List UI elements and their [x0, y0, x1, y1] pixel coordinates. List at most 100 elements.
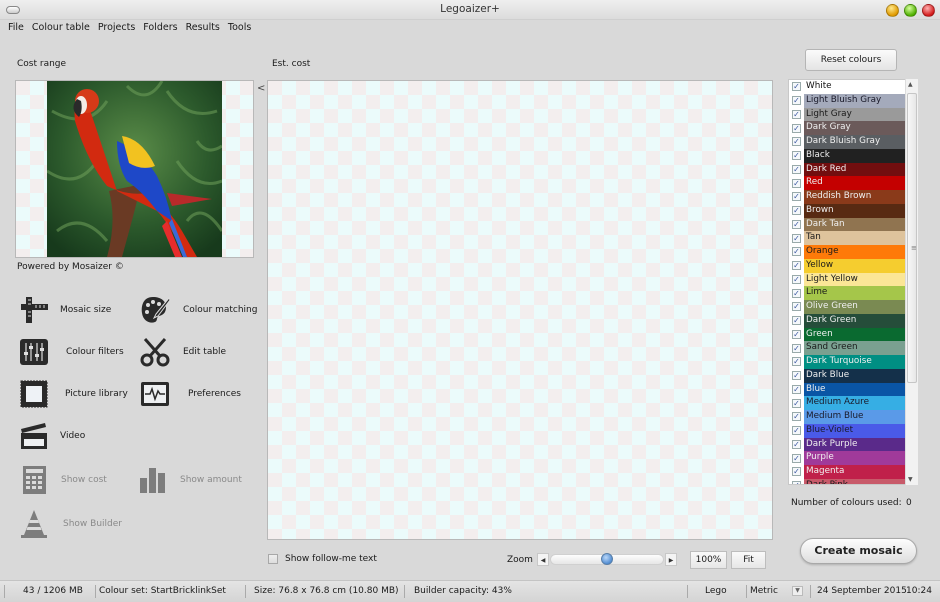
- monitor-pulse-icon: [139, 378, 171, 410]
- show-amount-button[interactable]: Show amount: [137, 464, 242, 496]
- colour-checkbox[interactable]: ✓: [792, 371, 801, 381]
- colour-checkbox[interactable]: ✓: [792, 329, 801, 339]
- colour-list-item[interactable]: ✓ Dark Purple: [789, 437, 917, 452]
- collapse-panel-button[interactable]: <: [257, 83, 265, 94]
- mosaic-canvas[interactable]: [267, 80, 773, 540]
- colour-checkbox[interactable]: ✓: [792, 151, 801, 161]
- show-builder-button[interactable]: Show Builder: [18, 508, 122, 540]
- zoom-100-button[interactable]: 100%: [690, 551, 727, 569]
- colour-checkbox[interactable]: ✓: [792, 274, 801, 284]
- colour-list-item[interactable]: ✓ Lime: [789, 286, 917, 300]
- scrollbar-thumb[interactable]: ≡: [907, 93, 917, 383]
- colour-checkbox[interactable]: ✓: [792, 384, 801, 394]
- colour-checkbox[interactable]: ✓: [792, 453, 801, 463]
- zoom-slider-thumb[interactable]: [601, 553, 613, 565]
- source-image-preview[interactable]: [15, 80, 254, 258]
- colour-checkbox[interactable]: ✓: [792, 206, 801, 216]
- colour-list-item[interactable]: ✓ Dark Gray: [789, 121, 917, 135]
- video-button[interactable]: Video: [18, 420, 85, 452]
- colour-checkbox[interactable]: ✓: [792, 219, 801, 229]
- colour-checkbox[interactable]: ✓: [792, 357, 801, 367]
- colour-list-item[interactable]: ✓ Sand Green: [789, 341, 917, 355]
- colour-checkbox[interactable]: ✓: [792, 302, 801, 312]
- colour-list-item[interactable]: ✓ Brown: [789, 203, 917, 218]
- units-dropdown-arrow[interactable]: ▼: [792, 586, 803, 596]
- colour-checkbox[interactable]: ✓: [792, 439, 801, 449]
- colour-list-item[interactable]: ✓ Dark Bluish Gray: [789, 135, 917, 149]
- colour-list-item[interactable]: ✓ Magenta: [789, 465, 917, 479]
- fit-button[interactable]: Fit: [731, 551, 766, 569]
- colour-list-item[interactable]: ✓ Light Bluish Gray: [789, 93, 917, 108]
- colour-list-item[interactable]: ✓ Light Gray: [789, 107, 917, 122]
- picture-library-button[interactable]: Picture library: [18, 378, 128, 410]
- zoom-increase-arrow[interactable]: ▶: [665, 553, 677, 566]
- colour-list-item[interactable]: ✓ Dark Red: [789, 162, 917, 177]
- colour-checkbox[interactable]: ✓: [792, 481, 801, 484]
- scroll-down-arrow[interactable]: ▼: [908, 476, 913, 483]
- colour-checkbox[interactable]: ✓: [792, 233, 801, 243]
- scroll-up-arrow[interactable]: ▲: [908, 81, 913, 88]
- menu-file[interactable]: File: [4, 20, 28, 36]
- colour-list-item[interactable]: ✓ Purple: [789, 451, 917, 465]
- follow-me-checkbox[interactable]: Show follow-me text: [268, 554, 377, 564]
- menu-colour-table[interactable]: Colour table: [28, 20, 94, 36]
- colour-list-item[interactable]: ✓ Blue: [789, 382, 917, 397]
- colour-checkbox[interactable]: ✓: [792, 123, 801, 133]
- colour-checkbox[interactable]: ✓: [792, 398, 801, 408]
- colour-checkbox[interactable]: ✓: [792, 247, 801, 257]
- colour-list-item[interactable]: ✓ Black: [789, 148, 917, 163]
- reset-colours-button[interactable]: Reset colours: [805, 49, 897, 71]
- colour-list-item[interactable]: ✓ Tan: [789, 231, 917, 245]
- follow-me-checkbox-box[interactable]: [268, 554, 278, 564]
- colour-list-item[interactable]: ✓ Dark Turquoise: [789, 355, 917, 369]
- colour-checkbox[interactable]: ✓: [792, 164, 801, 174]
- colour-checkbox[interactable]: ✓: [792, 467, 801, 477]
- mosaic-size-button[interactable]: Mosaic size: [18, 294, 111, 326]
- zoom-decrease-arrow[interactable]: ◀: [537, 553, 549, 566]
- colour-checkbox[interactable]: ✓: [792, 316, 801, 326]
- show-cost-button[interactable]: Show cost: [18, 464, 107, 496]
- menu-folders[interactable]: Folders: [139, 20, 181, 36]
- colour-checkbox[interactable]: ✓: [792, 192, 801, 202]
- edit-table-button[interactable]: Edit table: [139, 336, 226, 368]
- colour-list-item[interactable]: ✓Dark Pink: [789, 478, 917, 484]
- colour-checkbox[interactable]: ✓: [792, 288, 801, 298]
- colour-list-item[interactable]: ✓ Green: [789, 327, 917, 342]
- colour-checkbox[interactable]: ✓: [792, 343, 801, 353]
- colour-checkbox[interactable]: ✓: [792, 109, 801, 119]
- maximize-button[interactable]: [904, 4, 917, 17]
- colour-list-item[interactable]: ✓ White: [789, 80, 917, 94]
- colour-list-item[interactable]: ✓ Yellow: [789, 258, 917, 273]
- menu-results[interactable]: Results: [182, 20, 224, 36]
- colour-matching-button[interactable]: Colour matching: [139, 294, 257, 326]
- colour-checkbox[interactable]: ✓: [792, 137, 801, 147]
- colour-checkbox[interactable]: ✓: [792, 426, 801, 436]
- colour-checkbox[interactable]: ✓: [792, 412, 801, 422]
- show-amount-label: Show amount: [180, 475, 242, 485]
- preferences-button[interactable]: Preferences: [139, 378, 241, 410]
- colour-list-item[interactable]: ✓ Olive Green: [789, 300, 917, 314]
- colour-checkbox[interactable]: ✓: [792, 261, 801, 271]
- colour-checkbox[interactable]: ✓: [792, 82, 801, 92]
- colour-list-item[interactable]: ✓ Orange: [789, 245, 917, 259]
- colour-list-item[interactable]: ✓ Blue-Violet: [789, 423, 917, 438]
- colour-list-item[interactable]: ✓ Reddish Brown: [789, 190, 917, 204]
- colour-list-item[interactable]: ✓ Dark Blue: [789, 368, 917, 383]
- colour-checkbox[interactable]: ✓: [792, 178, 801, 188]
- colour-list-item[interactable]: ✓ Dark Tan: [789, 217, 917, 232]
- colour-checkbox[interactable]: ✓: [792, 96, 801, 106]
- close-button[interactable]: [922, 4, 935, 17]
- colour-list-item[interactable]: ✓ Light Yellow: [789, 272, 917, 287]
- menu-projects[interactable]: Projects: [94, 20, 139, 36]
- colour-list-item[interactable]: ✓ Red: [789, 176, 917, 190]
- colour-list-scrollbar[interactable]: ▲ ≡ ▼: [905, 79, 918, 485]
- menu-tools[interactable]: Tools: [224, 20, 255, 36]
- colour-filters-button[interactable]: Colour filters: [18, 336, 124, 368]
- colour-list-item[interactable]: ✓ Dark Green: [789, 313, 917, 328]
- create-mosaic-button[interactable]: Create mosaic: [800, 538, 917, 564]
- minimize-button[interactable]: [886, 4, 899, 17]
- colour-list-item[interactable]: ✓ Medium Blue: [789, 410, 917, 424]
- zoom-slider[interactable]: ◀ ▶: [537, 553, 677, 566]
- colour-list-item[interactable]: ✓ Medium Azure: [789, 396, 917, 410]
- units-select[interactable]: Metric: [750, 586, 778, 596]
